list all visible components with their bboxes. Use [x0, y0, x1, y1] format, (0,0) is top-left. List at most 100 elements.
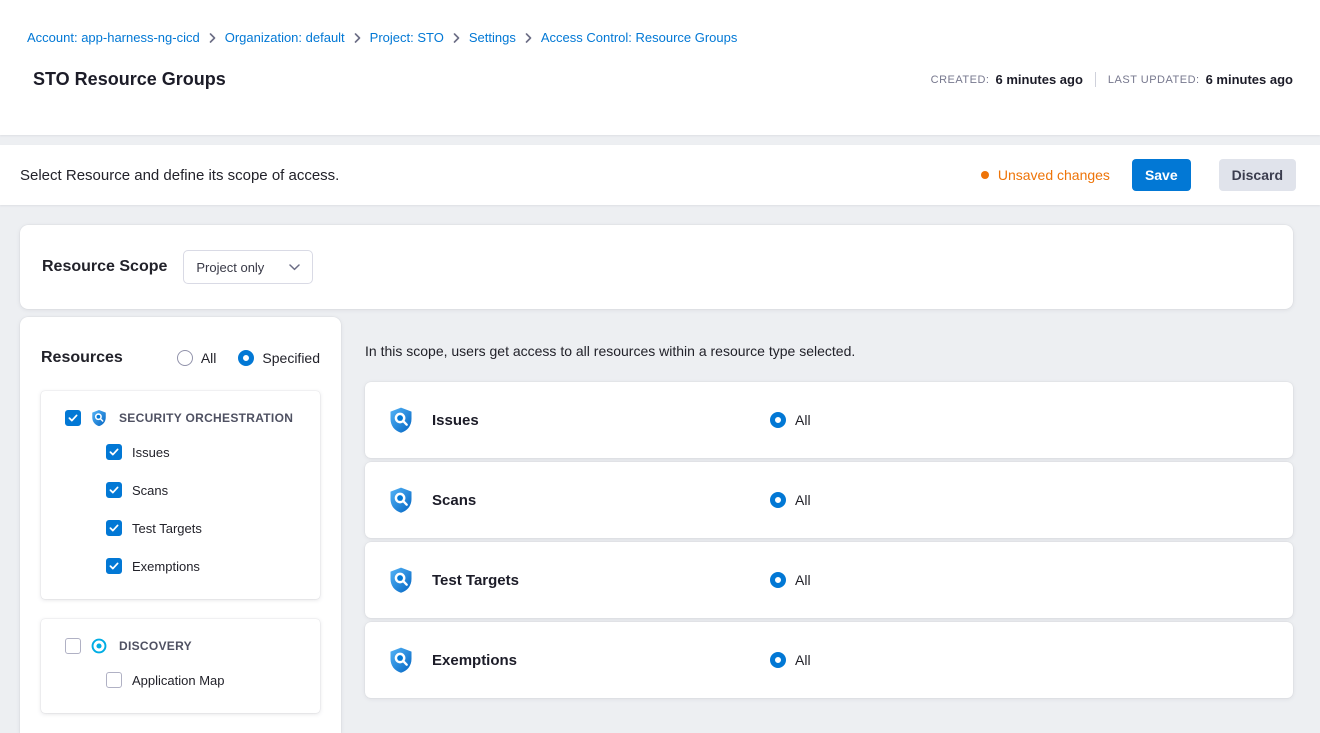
breadcrumb-project[interactable]: Project: STO — [370, 30, 444, 45]
chevron-down-icon — [289, 264, 300, 271]
checkbox-exemptions[interactable] — [106, 558, 122, 574]
resource-row-exemptions: Exemptions All — [365, 622, 1293, 698]
access-all-label: All — [795, 412, 811, 428]
resource-item-test-targets[interactable]: Test Targets — [53, 509, 308, 547]
group-label: SECURITY ORCHESTRATION — [119, 411, 293, 425]
save-button[interactable]: Save — [1132, 159, 1191, 191]
item-label: Issues — [132, 445, 170, 460]
radio-checked-icon[interactable] — [238, 350, 254, 366]
radio-specified-label: Specified — [262, 350, 320, 366]
resources-header: Resources All Specified — [41, 349, 320, 367]
shield-scan-icon — [387, 486, 415, 514]
item-label: Application Map — [132, 673, 225, 688]
unsaved-dot-icon — [981, 171, 989, 179]
radio-checked-icon[interactable] — [770, 572, 786, 588]
content-columns: Resources All Specified SECUR — [20, 317, 1293, 733]
chevron-right-icon — [453, 33, 460, 43]
unsaved-changes-status: Unsaved changes — [981, 167, 1110, 183]
resource-row-issues: Issues All — [365, 382, 1293, 458]
radio-option-all[interactable]: All — [177, 350, 217, 366]
resource-scope-selected-value: Project only — [196, 260, 264, 275]
created-label: CREATED: — [931, 74, 990, 86]
resource-row-label: Issues — [432, 412, 770, 429]
resource-item-scans[interactable]: Scans — [53, 471, 308, 509]
resource-item-application-map[interactable]: Application Map — [53, 661, 308, 699]
checkbox-test-targets[interactable] — [106, 520, 122, 536]
resource-group-security-orchestration: SECURITY ORCHESTRATION Issues Scans Test… — [41, 391, 320, 599]
checkbox-issues[interactable] — [106, 444, 122, 460]
shield-scan-icon — [387, 646, 415, 674]
check-icon — [109, 486, 119, 494]
access-radio-all[interactable]: All — [770, 492, 811, 508]
shield-scan-icon — [387, 406, 415, 434]
resources-panel: Resources All Specified SECUR — [20, 317, 341, 733]
radio-all-label: All — [201, 350, 217, 366]
check-icon — [109, 524, 119, 532]
item-label: Test Targets — [132, 521, 202, 536]
breadcrumb: Account: app-harness-ng-cicd Organizatio… — [27, 30, 1293, 45]
check-icon — [109, 448, 119, 456]
checkbox-security-orchestration[interactable] — [65, 410, 81, 426]
resource-row-label: Test Targets — [432, 572, 770, 589]
access-description: In this scope, users get access to all r… — [365, 343, 1293, 359]
access-radio-all[interactable]: All — [770, 412, 811, 428]
group-header-security-orchestration[interactable]: SECURITY ORCHESTRATION — [53, 403, 308, 433]
check-icon — [68, 414, 78, 422]
breadcrumb-settings[interactable]: Settings — [469, 30, 516, 45]
radio-icon[interactable] — [177, 350, 193, 366]
toolbar-description: Select Resource and define its scope of … — [20, 167, 339, 184]
checkbox-scans[interactable] — [106, 482, 122, 498]
resource-item-issues[interactable]: Issues — [53, 433, 308, 471]
radar-icon — [90, 637, 108, 655]
resource-row-label: Scans — [432, 492, 770, 509]
page-header: Account: app-harness-ng-cicd Organizatio… — [0, 0, 1320, 135]
group-label: DISCOVERY — [119, 639, 192, 653]
access-all-label: All — [795, 652, 811, 668]
breadcrumb-organization[interactable]: Organization: default — [225, 30, 345, 45]
check-icon — [109, 562, 119, 570]
radio-checked-icon[interactable] — [770, 492, 786, 508]
resource-row-test-targets: Test Targets All — [365, 542, 1293, 618]
chevron-right-icon — [354, 33, 361, 43]
page: Account: app-harness-ng-cicd Organizatio… — [0, 0, 1320, 733]
item-label: Scans — [132, 483, 168, 498]
radio-checked-icon[interactable] — [770, 652, 786, 668]
title-row: STO Resource Groups CREATED: 6 minutes a… — [27, 69, 1293, 90]
resource-scope-dropdown[interactable]: Project only — [183, 250, 313, 284]
access-radio-all[interactable]: All — [770, 652, 811, 668]
main-content: Resource Scope Project only Resources Al… — [0, 205, 1320, 733]
group-header-discovery[interactable]: DISCOVERY — [53, 631, 308, 661]
toolbar: Select Resource and define its scope of … — [0, 145, 1320, 205]
checkbox-application-map[interactable] — [106, 672, 122, 688]
resource-row-scans: Scans All — [365, 462, 1293, 538]
unsaved-changes-label: Unsaved changes — [998, 167, 1110, 183]
shield-scan-icon — [387, 566, 415, 594]
chevron-right-icon — [525, 33, 532, 43]
resource-row-label: Exemptions — [432, 652, 770, 669]
shield-scan-icon — [90, 409, 108, 427]
resource-scope-label: Resource Scope — [42, 258, 167, 276]
resources-title: Resources — [41, 349, 155, 367]
access-radio-all[interactable]: All — [770, 572, 811, 588]
radio-option-specified[interactable]: Specified — [238, 350, 320, 366]
chevron-right-icon — [209, 33, 216, 43]
item-label: Exemptions — [132, 559, 200, 574]
meta-divider — [1095, 72, 1096, 87]
access-all-label: All — [795, 572, 811, 588]
breadcrumb-access-control[interactable]: Access Control: Resource Groups — [541, 30, 738, 45]
discard-button[interactable]: Discard — [1219, 159, 1296, 191]
resource-group-discovery: DISCOVERY Application Map — [41, 619, 320, 713]
created-value: 6 minutes ago — [995, 72, 1082, 87]
last-updated-label: LAST UPDATED: — [1108, 74, 1200, 86]
toolbar-actions: Unsaved changes Save Discard — [981, 159, 1296, 191]
last-updated-value: 6 minutes ago — [1206, 72, 1293, 87]
page-title: STO Resource Groups — [27, 69, 226, 90]
access-panel: In this scope, users get access to all r… — [365, 317, 1293, 702]
resource-scope-card: Resource Scope Project only — [20, 225, 1293, 309]
resource-item-exemptions[interactable]: Exemptions — [53, 547, 308, 585]
access-all-label: All — [795, 492, 811, 508]
checkbox-discovery[interactable] — [65, 638, 81, 654]
breadcrumb-account[interactable]: Account: app-harness-ng-cicd — [27, 30, 200, 45]
header-meta: CREATED: 6 minutes ago LAST UPDATED: 6 m… — [931, 72, 1293, 87]
radio-checked-icon[interactable] — [770, 412, 786, 428]
